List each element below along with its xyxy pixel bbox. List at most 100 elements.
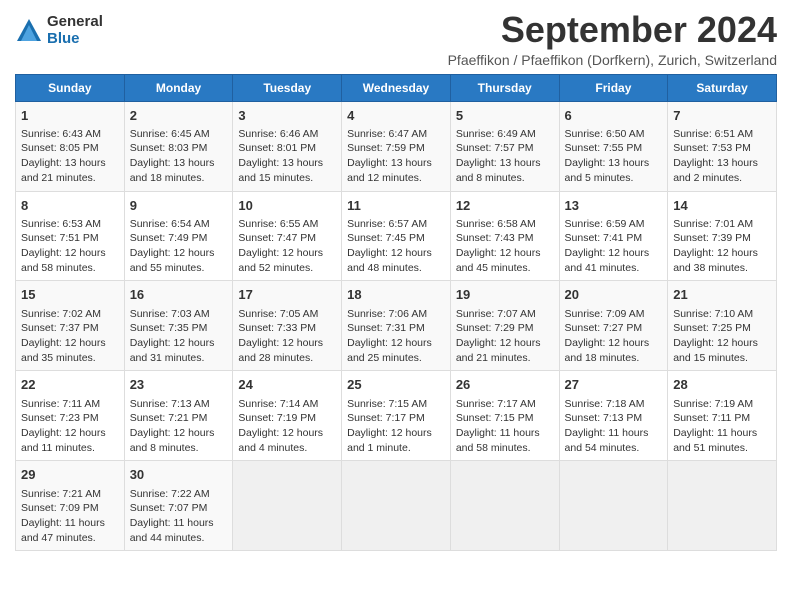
sunrise-text: Sunrise: 6:51 AM xyxy=(673,128,753,140)
calendar-cell: 2 Sunrise: 6:45 AM Sunset: 8:03 PM Daylight… xyxy=(124,101,233,191)
sunset-text: Sunset: 7:21 PM xyxy=(130,412,208,424)
calendar-cell: 7 Sunrise: 6:51 AM Sunset: 7:53 PM Daylight… xyxy=(668,101,777,191)
daylight-text: Daylight: 12 hours and 35 minutes. xyxy=(21,337,106,364)
calendar-cell: 23Sunrise: 7:13 AMSunset: 7:21 PMDayligh… xyxy=(124,371,233,461)
daylight-text: Daylight: 12 hours and 45 minutes. xyxy=(456,247,541,274)
day-number: 19 xyxy=(456,286,554,304)
day-number: 13 xyxy=(565,197,663,215)
calendar-week-row: 15Sunrise: 7:02 AMSunset: 7:37 PMDayligh… xyxy=(16,281,777,371)
calendar-cell: 11Sunrise: 6:57 AMSunset: 7:45 PMDayligh… xyxy=(342,191,451,281)
calendar-cell: 17Sunrise: 7:05 AMSunset: 7:33 PMDayligh… xyxy=(233,281,342,371)
sunrise-text: Sunrise: 6:47 AM xyxy=(347,128,427,140)
calendar-cell: 12Sunrise: 6:58 AMSunset: 7:43 PMDayligh… xyxy=(450,191,559,281)
weekday-header: Thursday xyxy=(450,74,559,101)
sunrise-text: Sunrise: 7:13 AM xyxy=(130,398,210,410)
sunset-text: Sunset: 7:43 PM xyxy=(456,232,534,244)
sunrise-text: Sunrise: 7:10 AM xyxy=(673,308,753,320)
day-number: 6 xyxy=(565,107,663,125)
sunset-text: Sunset: 8:03 PM xyxy=(130,142,208,154)
calendar-cell: 5Sunrise: 6:49 AMSunset: 7:57 PMDaylight… xyxy=(450,101,559,191)
day-number: 2 xyxy=(130,107,228,125)
weekday-header: Sunday xyxy=(16,74,125,101)
calendar-cell: 20Sunrise: 7:09 AMSunset: 7:27 PMDayligh… xyxy=(559,281,668,371)
sunrise-text: Sunrise: 7:06 AM xyxy=(347,308,427,320)
calendar-week-row: 22Sunrise: 7:11 AMSunset: 7:23 PMDayligh… xyxy=(16,371,777,461)
sunset-text: Sunset: 7:37 PM xyxy=(21,322,99,334)
daylight-text: Daylight: 13 hours and 18 minutes. xyxy=(130,157,215,184)
daylight-text: Daylight: 12 hours and 21 minutes. xyxy=(456,337,541,364)
sunrise-text: Sunrise: 6:43 AM xyxy=(21,128,101,140)
day-number: 4 xyxy=(347,107,445,125)
sunset-text: Sunset: 7:33 PM xyxy=(238,322,316,334)
sunrise-text: Sunrise: 7:19 AM xyxy=(673,398,753,410)
sunrise-text: Sunrise: 6:59 AM xyxy=(565,218,645,230)
sunrise-text: Sunrise: 7:09 AM xyxy=(565,308,645,320)
daylight-text: Daylight: 12 hours and 15 minutes. xyxy=(673,337,758,364)
sunset-text: Sunset: 7:45 PM xyxy=(347,232,425,244)
sunset-text: Sunset: 7:35 PM xyxy=(130,322,208,334)
daylight-text: Daylight: 12 hours and 1 minute. xyxy=(347,427,432,454)
daylight-text: Daylight: 12 hours and 18 minutes. xyxy=(565,337,650,364)
logo: General Blue xyxy=(15,14,103,47)
sunrise-text: Sunrise: 7:05 AM xyxy=(238,308,318,320)
daylight-text: Daylight: 12 hours and 48 minutes. xyxy=(347,247,432,274)
daylight-text: Daylight: 12 hours and 38 minutes. xyxy=(673,247,758,274)
daylight-text: Daylight: 11 hours and 54 minutes. xyxy=(565,427,649,454)
calendar-cell: 14Sunrise: 7:01 AMSunset: 7:39 PMDayligh… xyxy=(668,191,777,281)
daylight-text: Daylight: 12 hours and 25 minutes. xyxy=(347,337,432,364)
sunrise-text: Sunrise: 7:14 AM xyxy=(238,398,318,410)
sunrise-text: Sunrise: 7:17 AM xyxy=(456,398,536,410)
calendar-cell: 26Sunrise: 7:17 AMSunset: 7:15 PMDayligh… xyxy=(450,371,559,461)
daylight-text: Daylight: 12 hours and 4 minutes. xyxy=(238,427,323,454)
daylight-text: Daylight: 11 hours and 51 minutes. xyxy=(673,427,757,454)
logo-blue-text: Blue xyxy=(47,31,103,48)
calendar-cell: 18Sunrise: 7:06 AMSunset: 7:31 PMDayligh… xyxy=(342,281,451,371)
daylight-text: Daylight: 11 hours and 47 minutes. xyxy=(21,517,105,544)
sunrise-text: Sunrise: 6:54 AM xyxy=(130,218,210,230)
calendar-cell: 9Sunrise: 6:54 AMSunset: 7:49 PMDaylight… xyxy=(124,191,233,281)
weekday-header: Saturday xyxy=(668,74,777,101)
sunrise-text: Sunrise: 6:46 AM xyxy=(238,128,318,140)
day-number: 22 xyxy=(21,376,119,394)
calendar-week-row: 8Sunrise: 6:53 AMSunset: 7:51 PMDaylight… xyxy=(16,191,777,281)
day-number: 14 xyxy=(673,197,771,215)
daylight-text: Daylight: 12 hours and 58 minutes. xyxy=(21,247,106,274)
calendar-cell: 24Sunrise: 7:14 AMSunset: 7:19 PMDayligh… xyxy=(233,371,342,461)
calendar-cell xyxy=(559,461,668,551)
sunrise-text: Sunrise: 6:53 AM xyxy=(21,218,101,230)
calendar-cell: 4Sunrise: 6:47 AMSunset: 7:59 PMDaylight… xyxy=(342,101,451,191)
day-number: 7 xyxy=(673,107,771,125)
day-number: 8 xyxy=(21,197,119,215)
daylight-text: Daylight: 13 hours and 21 minutes. xyxy=(21,157,106,184)
sunset-text: Sunset: 7:59 PM xyxy=(347,142,425,154)
page-header: General Blue September 2024 Pfaeffikon /… xyxy=(15,10,777,68)
sunset-text: Sunset: 7:07 PM xyxy=(130,502,208,514)
sunrise-text: Sunrise: 7:18 AM xyxy=(565,398,645,410)
day-number: 17 xyxy=(238,286,336,304)
sunset-text: Sunset: 7:17 PM xyxy=(347,412,425,424)
day-number: 24 xyxy=(238,376,336,394)
day-number: 15 xyxy=(21,286,119,304)
logo-icon xyxy=(15,17,43,45)
daylight-text: Daylight: 13 hours and 8 minutes. xyxy=(456,157,541,184)
daylight-text: Daylight: 13 hours and 2 minutes. xyxy=(673,157,758,184)
sunset-text: Sunset: 7:27 PM xyxy=(565,322,643,334)
day-number: 11 xyxy=(347,197,445,215)
calendar-cell: 29Sunrise: 7:21 AMSunset: 7:09 PMDayligh… xyxy=(16,461,125,551)
sunset-text: Sunset: 7:55 PM xyxy=(565,142,643,154)
weekday-header: Monday xyxy=(124,74,233,101)
sunset-text: Sunset: 7:53 PM xyxy=(673,142,751,154)
daylight-text: Daylight: 12 hours and 52 minutes. xyxy=(238,247,323,274)
calendar-cell: 27Sunrise: 7:18 AMSunset: 7:13 PMDayligh… xyxy=(559,371,668,461)
sunrise-text: Sunrise: 7:11 AM xyxy=(21,398,100,410)
sunrise-text: Sunrise: 6:45 AM xyxy=(130,128,210,140)
month-title: September 2024 xyxy=(448,10,777,50)
calendar-cell: 1Sunrise: 6:43 AMSunset: 8:05 PMDaylight… xyxy=(16,101,125,191)
sunset-text: Sunset: 7:09 PM xyxy=(21,502,99,514)
sunrise-text: Sunrise: 7:03 AM xyxy=(130,308,210,320)
day-number: 27 xyxy=(565,376,663,394)
calendar-cell: 13Sunrise: 6:59 AMSunset: 7:41 PMDayligh… xyxy=(559,191,668,281)
calendar-cell: 22Sunrise: 7:11 AMSunset: 7:23 PMDayligh… xyxy=(16,371,125,461)
daylight-text: Daylight: 12 hours and 8 minutes. xyxy=(130,427,215,454)
sunrise-text: Sunrise: 7:07 AM xyxy=(456,308,536,320)
